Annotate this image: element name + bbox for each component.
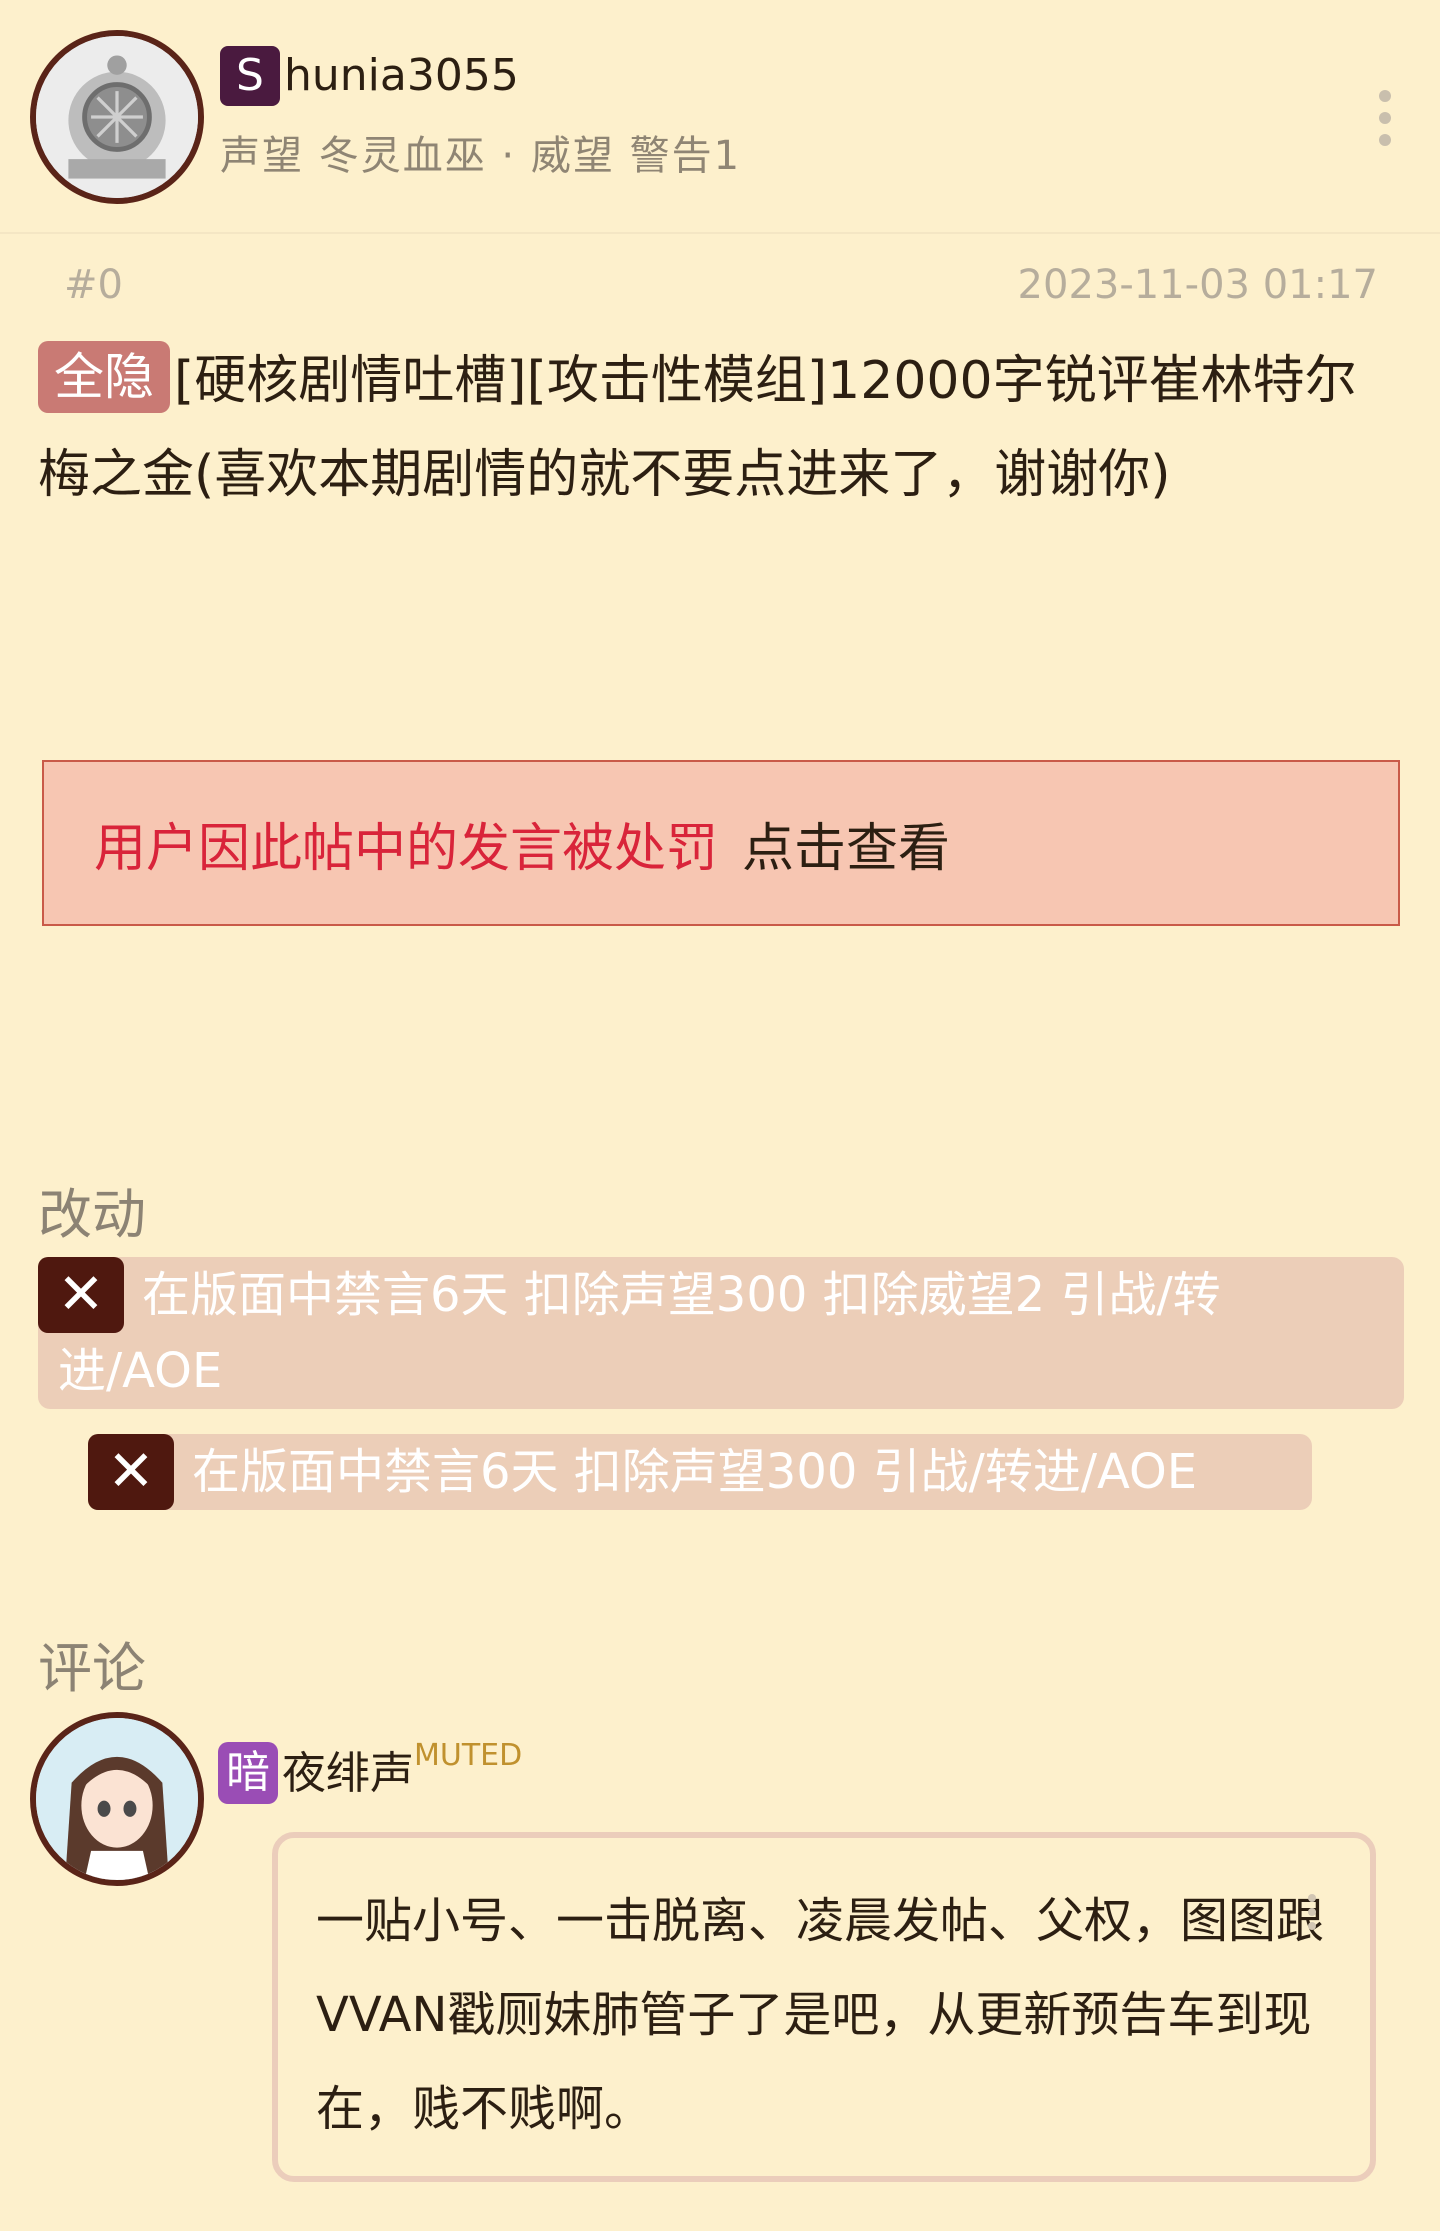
moderation-text: 在版面中禁言6天 扣除声望300 扣除威望2 引战/转 [142, 1267, 1221, 1323]
comments-label: 评论 [38, 1637, 146, 1700]
commenter-avatar[interactable] [30, 1712, 204, 1886]
diving-helmet-icon [36, 36, 198, 198]
comment-more-icon[interactable] [1302, 1894, 1322, 1934]
muted-status: MUTED [414, 1738, 523, 1773]
post-title: 全隐 [硬核剧情吐槽][攻击性模组]12000字锐评崔林特尔梅之金(喜欢本期剧情的… [38, 334, 1408, 522]
penalty-notice[interactable]: 用户因此帖中的发言被处罚 点击查看 [42, 760, 1400, 926]
penalty-message: 用户因此帖中的发言被处罚 [94, 818, 719, 879]
author-avatar[interactable] [30, 30, 204, 204]
close-icon: ✕ [88, 1434, 174, 1510]
moderation-label: 改动 [38, 1183, 146, 1246]
post-timestamp: 2023-11-03 01:17 [1017, 262, 1378, 308]
moderation-entry: ✕ 在版面中禁言6天 扣除声望300 扣除威望2 引战/转 进/AOE [38, 1257, 1404, 1409]
moderation-entry: ✕ 在版面中禁言6天 扣除声望300 引战/转进/AOE [88, 1434, 1312, 1510]
anime-girl-avatar-icon [36, 1718, 198, 1880]
post-header: S hunia3055 声望 冬灵血巫 · 威望 警告1 [0, 0, 1440, 234]
author-username[interactable]: hunia3055 [284, 46, 519, 106]
author-meta: 声望 冬灵血巫 · 威望 警告1 [220, 133, 742, 179]
post-title-text: [硬核剧情吐槽][攻击性模组]12000字锐评崔林特尔梅之金(喜欢本期剧情的就不… [38, 351, 1357, 505]
comment-text: 一贴小号、一击脱离、凌晨发帖、父权，图图跟VVAN戳厕妹肺管子了是吧，从更新预告… [316, 1893, 1325, 2137]
moderation-text-continued: 进/AOE [58, 1343, 223, 1399]
post-number: #0 [64, 262, 123, 308]
comment-bubble: 一贴小号、一击脱离、凌晨发帖、父权，图图跟VVAN戳厕妹肺管子了是吧，从更新预告… [272, 1832, 1376, 2182]
more-options-icon[interactable] [1370, 90, 1400, 146]
user-badge: S [220, 46, 280, 106]
moderation-text: 在版面中禁言6天 扣除声望300 引战/转进/AOE [192, 1444, 1198, 1500]
commenter-badge: 暗 [218, 1742, 278, 1804]
penalty-view-link[interactable]: 点击查看 [742, 806, 950, 881]
close-icon: ✕ [38, 1257, 124, 1333]
hidden-tag: 全隐 [38, 341, 170, 413]
commenter-name[interactable]: 夜绯声 [282, 1744, 414, 1804]
